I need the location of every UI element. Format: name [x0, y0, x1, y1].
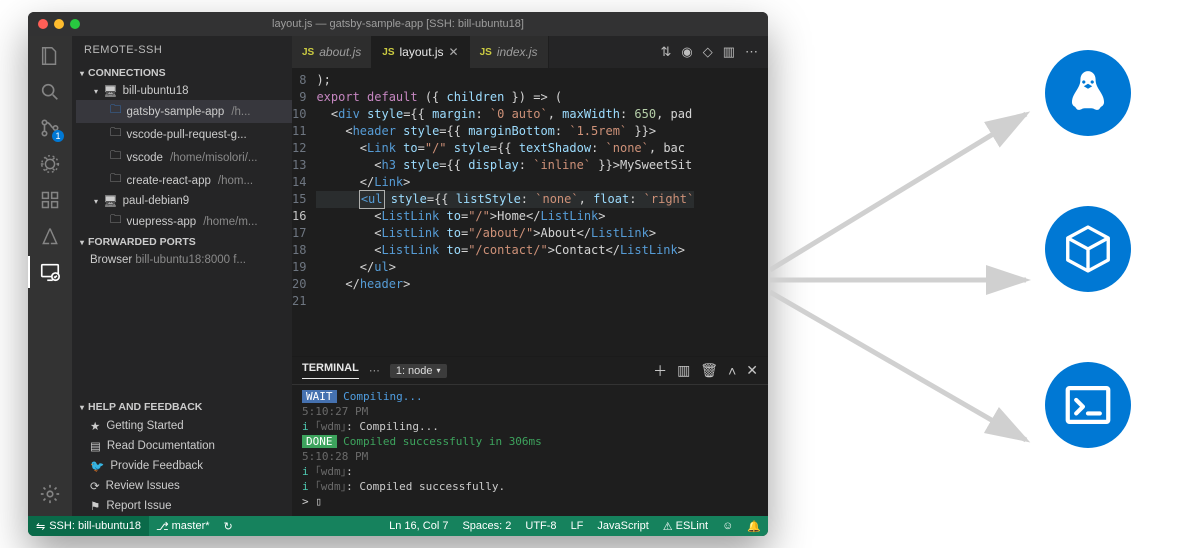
- remote-folder[interactable]: 🗀 gatsby-sample-app/h...: [76, 100, 292, 123]
- tab-layout-js[interactable]: JS layout.js ✕: [372, 36, 469, 68]
- azure-icon[interactable]: [38, 224, 62, 248]
- terminal-tab[interactable]: TERMINAL: [302, 362, 359, 379]
- remote-icon: ⇋: [36, 520, 45, 533]
- status-bar: ⇋SSH: bill-ubuntu18 ⎇master* ↻ Ln 16, Co…: [28, 516, 768, 536]
- split-terminal-icon[interactable]: ▥: [677, 362, 690, 379]
- close-icon[interactable]: ✕: [449, 45, 459, 59]
- remote-folder[interactable]: 🗀 vscode/home/misolori/...: [76, 146, 292, 169]
- new-terminal-icon[interactable]: ＋: [653, 361, 667, 381]
- debug-icon[interactable]: [38, 152, 62, 176]
- language-mode[interactable]: JavaScript: [590, 520, 655, 532]
- window-title: layout.js — gatsby-sample-app [SSH: bill…: [28, 18, 768, 30]
- trash-icon[interactable]: 🗑: [700, 362, 718, 379]
- report-icon: ⚑: [90, 499, 100, 513]
- sidebar-title: REMOTE-SSH: [72, 36, 292, 64]
- more-icon[interactable]: ⋯: [745, 44, 758, 60]
- editor-tabs: JS about.jsJS layout.js ✕JS index.js ⇅ ◉…: [292, 36, 768, 68]
- ssh-host[interactable]: ▾ 🖥 bill-ubuntu18: [76, 82, 292, 100]
- panel-more-icon[interactable]: ⋯: [369, 364, 380, 377]
- twitter-icon: 🐦: [90, 459, 104, 473]
- explorer-icon[interactable]: [38, 44, 62, 68]
- monitor-icon: 🖥: [103, 84, 118, 98]
- warning-icon: ⚠: [663, 520, 673, 533]
- remote-folder[interactable]: 🗀 vscode-pull-request-g...: [76, 123, 292, 146]
- issues-icon: ⟳: [90, 479, 100, 493]
- terminal-selector[interactable]: 1: node ▾: [390, 364, 447, 378]
- preview-icon[interactable]: ◉: [681, 44, 692, 60]
- folder-icon: 🗀: [110, 102, 122, 121]
- container-icon: [1045, 206, 1131, 292]
- tab-index-js[interactable]: JS index.js: [470, 36, 549, 68]
- folder-icon: 🗀: [110, 148, 122, 167]
- cursor-position[interactable]: Ln 16, Col 7: [382, 520, 455, 532]
- target-icons: [1045, 50, 1131, 448]
- help-star[interactable]: ★ Getting Started: [72, 416, 292, 436]
- section-ports[interactable]: ▾FORWARDED PORTS: [72, 233, 292, 251]
- terminal-panel: TERMINAL ⋯ 1: node ▾ ＋ ▥ 🗑 ˄ ✕ WAIT Comp…: [292, 356, 768, 516]
- section-connections[interactable]: ▾CONNECTIONS: [72, 64, 292, 82]
- folder-icon: 🗀: [110, 212, 122, 231]
- encoding[interactable]: UTF-8: [518, 520, 563, 532]
- star-icon: ★: [90, 419, 100, 433]
- terminal-output[interactable]: WAIT Compiling... 5:10:27 PMi ｢wdm｣: Com…: [292, 385, 768, 516]
- vscode-window: layout.js — gatsby-sample-app [SSH: bill…: [28, 12, 768, 536]
- git-sync[interactable]: ↻: [217, 520, 240, 533]
- eol[interactable]: LF: [564, 520, 591, 532]
- help-issues[interactable]: ⟳ Review Issues: [72, 476, 292, 496]
- scm-icon[interactable]: 1: [38, 116, 62, 140]
- code-editor[interactable]: 89101112131415161718192021 );export defa…: [292, 68, 768, 356]
- feedback-icon[interactable]: ☺: [715, 520, 740, 532]
- remote-indicator[interactable]: ⇋SSH: bill-ubuntu18: [28, 516, 149, 536]
- terminal-icon: [1045, 362, 1131, 448]
- git-branch[interactable]: ⎇master*: [149, 520, 217, 533]
- scm-badge: 1: [52, 130, 64, 142]
- activity-bar: 1: [28, 36, 72, 516]
- titlebar: layout.js — gatsby-sample-app [SSH: bill…: [28, 12, 768, 36]
- split-editor-icon[interactable]: ▥: [723, 44, 735, 60]
- settings-gear-icon[interactable]: [38, 482, 62, 506]
- remote-folder[interactable]: 🗀 create-react-app/hom...: [76, 169, 292, 192]
- remote-explorer-icon[interactable]: [38, 260, 62, 284]
- tab-about-js[interactable]: JS about.js: [292, 36, 372, 68]
- branch-icon: ⎇: [156, 520, 169, 533]
- remote-folder[interactable]: 🗀 vuepress-app/home/m...: [76, 210, 292, 233]
- indent[interactable]: Spaces: 2: [455, 520, 518, 532]
- notifications-icon[interactable]: 🔔: [740, 520, 768, 533]
- close-panel-icon[interactable]: ✕: [746, 362, 758, 379]
- maximize-panel-icon[interactable]: ˄: [728, 363, 736, 379]
- monitor-icon: 🖥: [103, 194, 118, 208]
- open-changes-icon[interactable]: ◇: [703, 44, 713, 60]
- search-icon[interactable]: [38, 80, 62, 104]
- help-report[interactable]: ⚑ Report Issue: [72, 496, 292, 516]
- sidebar-remote-ssh: REMOTE-SSH ▾CONNECTIONS ▾ 🖥 bill-ubuntu1…: [72, 36, 292, 516]
- editor-area: JS about.jsJS layout.js ✕JS index.js ⇅ ◉…: [292, 36, 768, 516]
- compare-icon[interactable]: ⇅: [660, 44, 671, 60]
- ssh-host[interactable]: ▾ 🖥 paul-debian9: [76, 192, 292, 210]
- tab-actions: ⇅ ◉ ◇ ▥ ⋯: [660, 36, 768, 68]
- folder-icon: 🗀: [110, 171, 122, 190]
- forwarded-port-row[interactable]: Browser bill-ubuntu18:8000 f...: [72, 251, 292, 269]
- book-icon: ▤: [90, 439, 101, 453]
- folder-icon: 🗀: [110, 125, 122, 144]
- linux-icon: [1045, 50, 1131, 136]
- section-help[interactable]: ▾HELP AND FEEDBACK: [72, 398, 292, 416]
- arrows-graphic: [770, 70, 1050, 470]
- extensions-icon[interactable]: [38, 188, 62, 212]
- help-book[interactable]: ▤ Read Documentation: [72, 436, 292, 456]
- eslint-status[interactable]: ⚠ESLint: [656, 520, 715, 533]
- help-twitter[interactable]: 🐦 Provide Feedback: [72, 456, 292, 476]
